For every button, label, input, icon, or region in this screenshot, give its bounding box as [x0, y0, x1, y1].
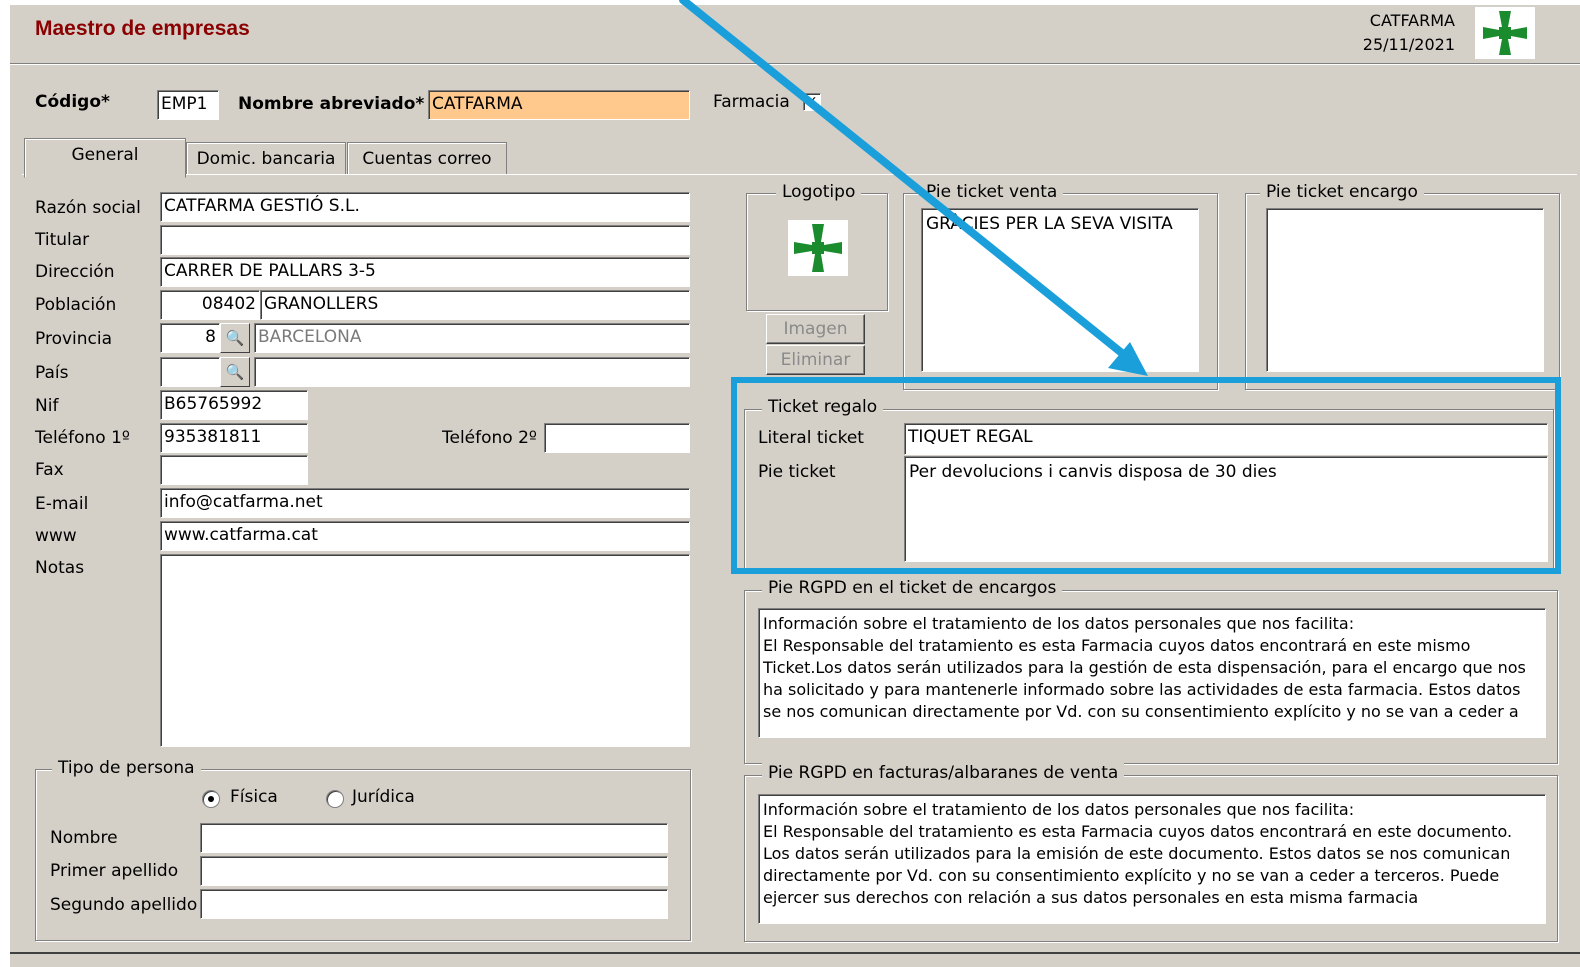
notas-label: Notas: [35, 558, 85, 578]
www-field[interactable]: www.catfarma.cat: [160, 521, 690, 551]
email-label: E-mail: [35, 494, 89, 514]
www-label: www: [35, 526, 77, 546]
codigo-field[interactable]: EMP1: [157, 90, 219, 120]
razon-social-label: Razón social: [35, 198, 141, 218]
primer-apellido-field[interactable]: [200, 856, 668, 886]
provincia-name-field: BARCELONA: [254, 323, 690, 353]
farmacia-checkbox[interactable]: ✓: [803, 93, 821, 111]
titular-label: Titular: [35, 230, 90, 250]
codigo-postal-field[interactable]: 08402: [160, 290, 260, 320]
fisica-radio[interactable]: [202, 790, 220, 808]
tab-general[interactable]: General: [24, 138, 186, 178]
nombre-label: Nombre: [50, 828, 118, 848]
eliminar-button[interactable]: Eliminar: [766, 345, 865, 375]
telefono2-field[interactable]: [544, 423, 690, 453]
logo-image: [788, 220, 848, 276]
segundo-apellido-field[interactable]: [200, 889, 668, 919]
telefono1-field[interactable]: 935381811: [160, 423, 308, 453]
green-cross-icon: [794, 224, 842, 272]
header-company: CATFARMA: [1369, 11, 1455, 30]
fisica-label[interactable]: Física: [230, 787, 278, 807]
notas-field[interactable]: [160, 554, 690, 747]
juridica-label[interactable]: Jurídica: [352, 787, 415, 807]
window-title: Maestro de empresas: [35, 17, 250, 40]
juridica-radio[interactable]: [326, 790, 344, 808]
fax-field[interactable]: [160, 455, 308, 485]
pie-ticket-venta-legend: Pie ticket venta: [920, 182, 1064, 202]
rgpd-encargos-legend: Pie RGPD en el ticket de encargos: [762, 578, 1063, 598]
lookup-icon: 🔍: [220, 357, 250, 387]
fax-label: Fax: [35, 460, 64, 480]
ticket-regalo-highlight-box: [731, 377, 1561, 574]
poblacion-label: Población: [35, 295, 117, 315]
pais-code-field[interactable]: [160, 357, 220, 387]
nombre-field[interactable]: [200, 823, 668, 853]
pais-label: País: [35, 363, 69, 383]
pais-name-field: [254, 357, 690, 387]
header-separator: [10, 63, 1580, 65]
farmacia-label: Farmacia: [713, 92, 790, 112]
primer-apellido-label: Primer apellido: [50, 861, 179, 881]
pie-ticket-encargo-legend: Pie ticket encargo: [1260, 182, 1424, 202]
rgpd-facturas-legend: Pie RGPD en facturas/albaranes de venta: [762, 763, 1125, 783]
provincia-label: Provincia: [35, 329, 113, 349]
nombre-abreviado-label: Nombre abreviado*: [238, 94, 425, 114]
rgpd-encargos-field[interactable]: Información sobre el tratamiento de los …: [758, 608, 1546, 738]
nif-label: Nif: [35, 396, 59, 416]
provincia-code-field[interactable]: 8: [160, 323, 220, 353]
poblacion-field[interactable]: GRANOLLERS: [260, 290, 690, 320]
telefono1-label: Teléfono 1º: [35, 428, 130, 448]
direccion-field[interactable]: CARRER DE PALLARS 3-5: [160, 257, 690, 287]
tab-cuentas-correo[interactable]: Cuentas correo: [347, 142, 507, 175]
titular-field[interactable]: [160, 225, 690, 255]
lookup-icon: 🔍: [220, 323, 250, 353]
pie-ticket-venta-field[interactable]: GRÀCIES PER LA SEVA VISITA: [921, 208, 1199, 372]
logotipo-legend: Logotipo: [776, 182, 862, 202]
telefono2-label: Teléfono 2º: [442, 428, 537, 448]
bottom-separator: [10, 952, 1580, 954]
codigo-label: Código*: [35, 92, 110, 112]
nombre-abreviado-field[interactable]: CATFARMA: [428, 90, 690, 120]
razon-social-field[interactable]: CATFARMA GESTIÓ S.L.: [160, 192, 690, 222]
header-date: 25/11/2021: [1362, 35, 1455, 54]
rgpd-facturas-field[interactable]: Información sobre el tratamiento de los …: [758, 794, 1546, 924]
tipo-persona-legend: Tipo de persona: [52, 758, 201, 778]
tab-domic-bancaria[interactable]: Domic. bancaria: [186, 142, 346, 175]
email-field[interactable]: info@catfarma.net: [160, 488, 690, 518]
imagen-button[interactable]: Imagen: [766, 314, 865, 344]
direccion-label: Dirección: [35, 262, 115, 282]
green-cross-icon: [1475, 7, 1535, 59]
segundo-apellido-label: Segundo apellido: [50, 895, 198, 915]
pais-lookup-button[interactable]: 🔍: [220, 357, 250, 387]
pie-ticket-encargo-field[interactable]: [1266, 208, 1544, 372]
provincia-lookup-button[interactable]: 🔍: [220, 323, 250, 353]
nif-field[interactable]: B65765992: [160, 390, 308, 420]
